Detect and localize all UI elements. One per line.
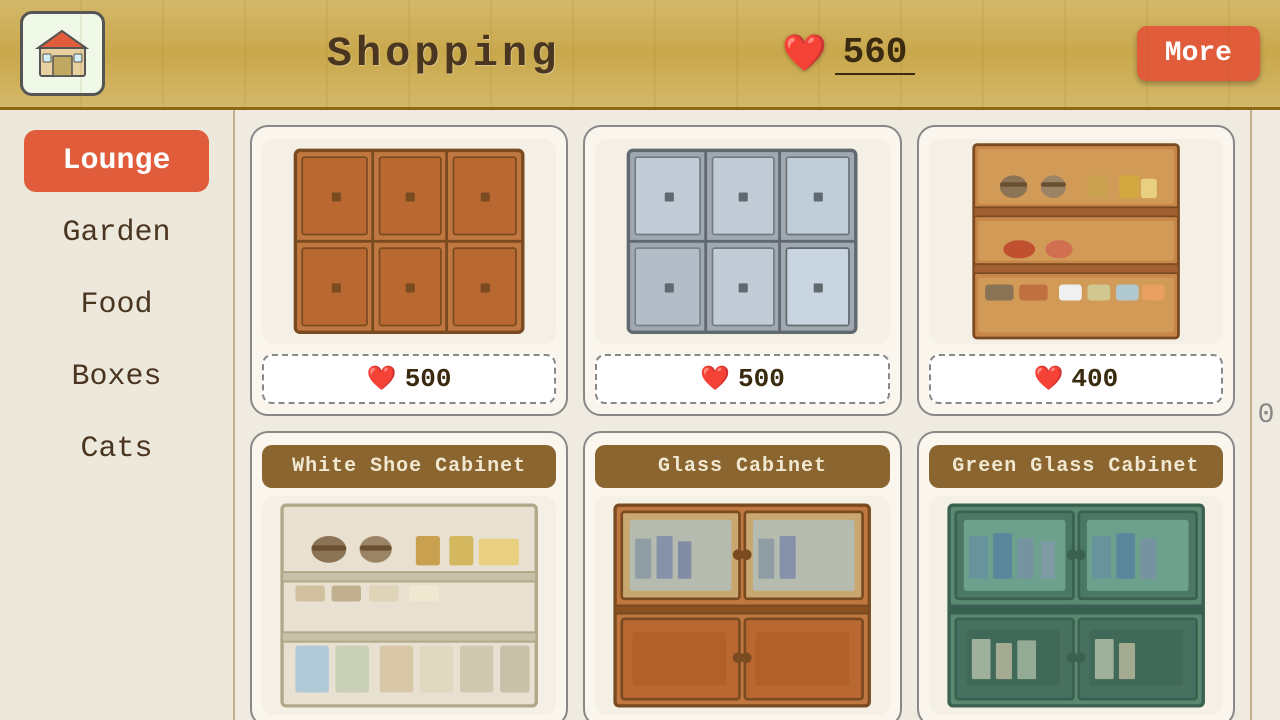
item-name-badge: Green Glass Cabinet bbox=[929, 445, 1223, 488]
shop-item-glass-cabinet[interactable]: ❤️ 500 bbox=[583, 125, 901, 416]
item-name-badge: White Shoe Cabinet bbox=[262, 445, 556, 488]
item-name: Glass Cabinet bbox=[658, 455, 827, 478]
price-heart-icon: ❤️ bbox=[367, 364, 397, 394]
item-image-partial bbox=[262, 496, 556, 715]
header: Shopping ❤️ 560 More bbox=[0, 0, 1280, 110]
item-name: Green Glass Cabinet bbox=[952, 455, 1199, 478]
item-image-partial bbox=[595, 496, 889, 715]
price-value: 400 bbox=[1071, 364, 1118, 394]
sidebar-item-boxes[interactable]: Boxes bbox=[24, 346, 209, 408]
sidebar-item-lounge[interactable]: Lounge bbox=[24, 130, 209, 192]
scroll-text: 0 bbox=[1258, 400, 1275, 431]
price-badge: ❤️ 500 bbox=[262, 354, 556, 404]
main-area: Lounge Garden Food Boxes Cats bbox=[0, 110, 1280, 720]
price-value: 500 bbox=[738, 364, 785, 394]
currency-value: 560 bbox=[835, 32, 915, 75]
currency-area: ❤️ 560 bbox=[782, 32, 915, 76]
price-badge: ❤️ 400 bbox=[929, 354, 1223, 404]
price-badge: ❤️ 500 bbox=[595, 354, 889, 404]
price-heart-icon: ❤️ bbox=[1033, 364, 1063, 394]
item-name: White Shoe Cabinet bbox=[292, 455, 526, 478]
item-image bbox=[262, 139, 556, 344]
shop-item-white-shoe-cabinet[interactable]: White Shoe Cabinet bbox=[250, 431, 568, 720]
sidebar-item-garden[interactable]: Garden bbox=[24, 202, 209, 264]
item-image bbox=[595, 139, 889, 344]
item-name-badge: Glass Cabinet bbox=[595, 445, 889, 488]
shop-item-green-glass-cabinet[interactable]: Green Glass Cabinet bbox=[917, 431, 1235, 720]
sidebar-item-food[interactable]: Food bbox=[24, 274, 209, 336]
shop-item-glass-cabinet-2[interactable]: Glass Cabinet bbox=[583, 431, 901, 720]
page-title: Shopping bbox=[327, 30, 561, 78]
item-image bbox=[929, 139, 1223, 344]
home-button[interactable] bbox=[20, 11, 105, 96]
sidebar: Lounge Garden Food Boxes Cats bbox=[0, 110, 235, 720]
scroll-indicator: 0 bbox=[1250, 110, 1280, 720]
price-value: 500 bbox=[405, 364, 452, 394]
shop-grid: ❤️ 500 bbox=[235, 110, 1250, 720]
item-image-partial bbox=[929, 496, 1223, 715]
price-heart-icon: ❤️ bbox=[700, 364, 730, 394]
more-button[interactable]: More bbox=[1137, 26, 1260, 81]
shop-item-brown-cabinet[interactable]: ❤️ 500 bbox=[250, 125, 568, 416]
shop-item-shoe-cabinet[interactable]: ❤️ 400 bbox=[917, 125, 1235, 416]
sidebar-item-cats[interactable]: Cats bbox=[24, 418, 209, 480]
heart-icon: ❤️ bbox=[782, 32, 827, 76]
